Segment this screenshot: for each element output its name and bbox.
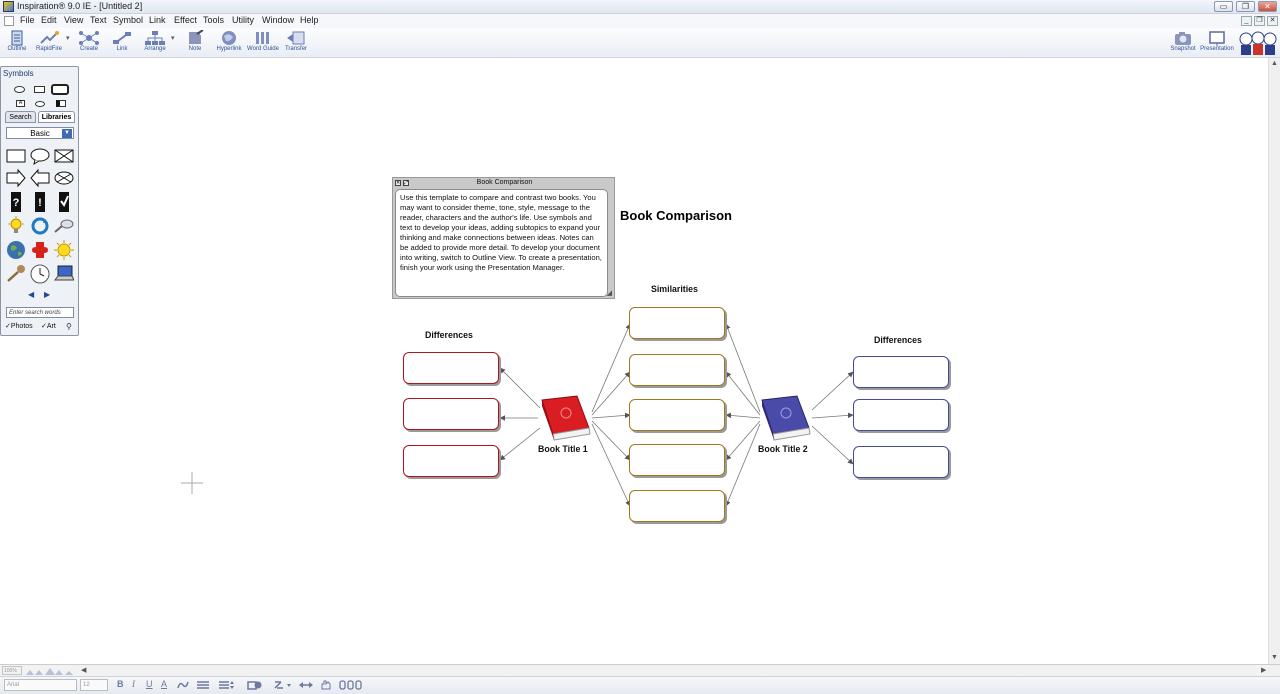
similarity-box-2[interactable]: [629, 354, 725, 386]
crossed-oval-icon[interactable]: [54, 168, 74, 188]
art-checkbox[interactable]: ✓Art: [41, 322, 56, 330]
photos-checkbox[interactable]: ✓Photos: [5, 322, 33, 330]
arrow-right-icon[interactable]: [6, 168, 26, 188]
align-left-icon[interactable]: [196, 680, 210, 690]
similarities-label[interactable]: Similarities: [651, 284, 698, 294]
symbols-title: Symbols: [3, 69, 34, 78]
horizontal-scrollbar[interactable]: 100% ◀ ▶: [0, 664, 1280, 676]
puzzle-icon[interactable]: [30, 240, 50, 260]
library-prev-icon[interactable]: ◀: [28, 290, 34, 299]
photos-label: Photos: [10, 323, 33, 330]
red-book-icon[interactable]: [537, 394, 594, 442]
scroll-right-icon[interactable]: ▶: [1261, 666, 1266, 674]
clock-icon[interactable]: [30, 264, 50, 284]
bold-button[interactable]: B: [117, 679, 124, 689]
tab-shape-button[interactable]: [56, 100, 66, 107]
text-color-button[interactable]: A: [161, 679, 167, 689]
library-select-value: Basic: [30, 129, 50, 138]
symbols-palette: Symbols A Search Libraries Basic ▼ ? ! ◀…: [0, 66, 79, 336]
similarity-box-5[interactable]: [629, 490, 725, 522]
tab-search[interactable]: Search: [5, 111, 36, 123]
note-title: Book Comparison: [476, 179, 533, 186]
similarity-box-4[interactable]: [629, 444, 725, 476]
italic-button[interactable]: I: [132, 679, 135, 689]
rectangle-shape-button[interactable]: [34, 86, 45, 93]
diagram-main-title[interactable]: Book Comparison: [620, 208, 732, 224]
book-title-1-label[interactable]: Book Title 1: [538, 444, 588, 454]
arrow-left-icon[interactable]: [30, 168, 50, 188]
library-next-icon[interactable]: ▶: [44, 290, 50, 299]
svg-text:!: !: [38, 197, 42, 209]
small-oval-shape-button[interactable]: [35, 101, 45, 107]
symbol-style-icon[interactable]: [247, 680, 263, 690]
rounded-rect-shape-button[interactable]: [51, 84, 69, 95]
zoom-field[interactable]: 100%: [2, 666, 22, 675]
left-difference-box-2[interactable]: [403, 398, 499, 430]
spelling-icon[interactable]: [176, 680, 190, 690]
font-select[interactable]: Arial: [4, 679, 77, 691]
resize-grip-icon[interactable]: ◢: [607, 289, 612, 297]
arrow-direction-icon[interactable]: [298, 680, 314, 690]
question-icon[interactable]: ?: [6, 192, 26, 212]
sun-icon[interactable]: [54, 240, 74, 260]
key-icon[interactable]: [6, 264, 26, 284]
hand-tool-icon[interactable]: [319, 680, 333, 690]
note-text-area[interactable]: Use this template to compare and contras…: [395, 189, 608, 297]
magnifier-icon[interactable]: [54, 216, 74, 236]
formatting-toolbar: Arial 12 B I U A: [0, 676, 1280, 694]
oval-shape-button[interactable]: [14, 86, 25, 93]
chevron-down-icon: ▼: [62, 129, 72, 138]
laptop-icon[interactable]: [54, 264, 74, 284]
art-label: Art: [46, 323, 56, 330]
text-shape-button[interactable]: A: [16, 100, 25, 107]
font-size-select[interactable]: 12: [80, 679, 108, 691]
line-spacing-icon[interactable]: [218, 680, 236, 690]
library-select[interactable]: Basic ▼: [6, 127, 74, 139]
tab-libraries[interactable]: Libraries: [38, 111, 75, 123]
purple-book-icon[interactable]: [757, 394, 814, 442]
link-style-icon[interactable]: [273, 680, 293, 690]
rectangle-icon[interactable]: [6, 146, 26, 166]
similarity-box-3[interactable]: [629, 399, 725, 431]
note-window[interactable]: ✕ ⤢ Book Comparison Use this template to…: [392, 177, 615, 299]
speech-bubble-icon[interactable]: [30, 146, 50, 166]
right-difference-box-3[interactable]: [853, 446, 949, 478]
lightbulb-icon[interactable]: [6, 216, 26, 236]
crosshair-cursor-icon: [181, 472, 203, 494]
recycle-icon[interactable]: [30, 216, 50, 236]
diagram-links: [499, 323, 854, 507]
search-icon[interactable]: ⚲: [66, 322, 72, 331]
symbol-search-input[interactable]: Enter search words: [6, 307, 74, 318]
similarity-box-1[interactable]: [629, 307, 725, 339]
left-difference-box-1[interactable]: [403, 352, 499, 384]
book-title-2-label[interactable]: Book Title 2: [758, 444, 808, 454]
underline-button[interactable]: U: [146, 679, 153, 689]
left-differences-label[interactable]: Differences: [425, 330, 473, 340]
left-difference-box-3[interactable]: [403, 445, 499, 477]
right-difference-box-1[interactable]: [853, 356, 949, 388]
right-differences-label[interactable]: Differences: [874, 335, 922, 345]
globe-icon[interactable]: [6, 240, 26, 260]
exclamation-icon[interactable]: !: [30, 192, 50, 212]
zoom-mountains-icon[interactable]: [25, 665, 75, 676]
checkmark-icon[interactable]: [54, 192, 74, 212]
right-difference-box-2[interactable]: [853, 399, 949, 431]
node-tools-icon[interactable]: [339, 680, 363, 690]
crossed-box-icon[interactable]: [54, 146, 74, 166]
scroll-left-icon[interactable]: ◀: [81, 666, 86, 674]
svg-text:?: ?: [13, 197, 20, 209]
